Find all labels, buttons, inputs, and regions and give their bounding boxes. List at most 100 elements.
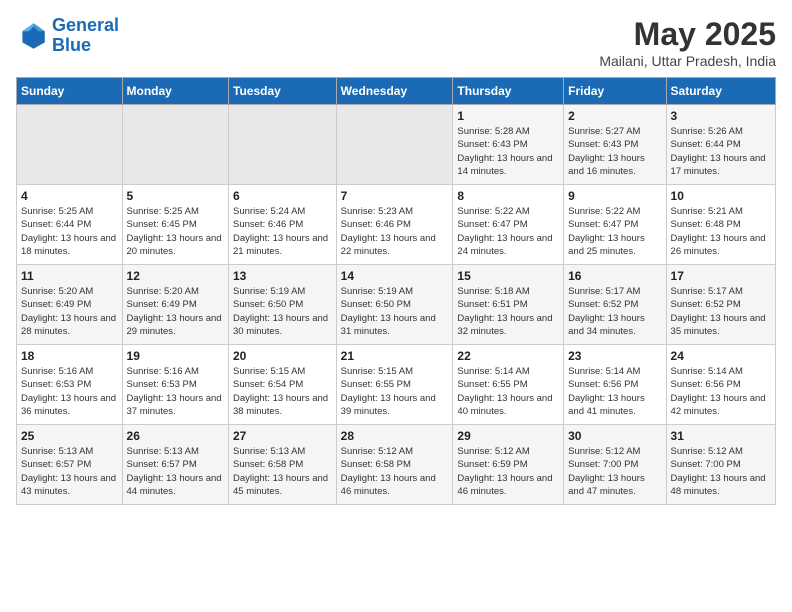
day-cell: 9Sunrise: 5:22 AMSunset: 6:47 PMDaylight… (564, 185, 666, 265)
logo-text: General Blue (52, 16, 119, 56)
day-number: 12 (127, 269, 224, 283)
day-content: Sunrise: 5:13 AMSunset: 6:58 PMDaylight:… (233, 445, 332, 498)
sunset-text: Sunset: 6:50 PM (233, 299, 303, 310)
sunrise-text: Sunrise: 5:17 AM (568, 286, 640, 297)
sunrise-text: Sunrise: 5:13 AM (127, 446, 199, 457)
week-row-2: 4Sunrise: 5:25 AMSunset: 6:44 PMDaylight… (17, 185, 776, 265)
sunset-text: Sunset: 6:58 PM (341, 459, 411, 470)
day-content: Sunrise: 5:15 AM Sunset: 6:55 PM Daylight:… (341, 365, 449, 418)
sunset-text: Sunset: 6:52 PM (671, 299, 741, 310)
day-cell: 22Sunrise: 5:14 AMSunset: 6:55 PMDayligh… (453, 345, 564, 425)
daylight-text: Daylight: 13 hours and 35 minutes. (671, 313, 766, 337)
day-cell: 7 Sunrise: 5:23 AMSunset: 6:46 PMDaylight… (336, 185, 453, 265)
day-number: 6 (233, 189, 332, 203)
day-content: Sunrise: 5:21 AMSunset: 6:48 PMDaylight:… (671, 205, 771, 258)
daylight-text: Daylight: 13 hours and 25 minutes. (568, 233, 645, 257)
daylight-text: Daylight: 13 hours and 40 minutes. (457, 393, 552, 417)
day-cell: 27Sunrise: 5:13 AMSunset: 6:58 PMDayligh… (229, 425, 337, 505)
sunset-text: Sunset: 6:55 PM (457, 379, 527, 390)
day-cell: 3Sunrise: 5:26 AMSunset: 6:44 PMDaylight… (666, 105, 775, 185)
sunset-text: Sunset: 6:55 PM (341, 379, 411, 390)
header-cell-saturday: Saturday (666, 78, 775, 105)
sunset-text: Sunset: 6:44 PM (21, 219, 91, 230)
day-content: Sunrise: 5:25 AMSunset: 6:45 PMDaylight:… (127, 205, 224, 258)
day-content: Sunrise: 5:22 AMSunset: 6:47 PMDaylight:… (457, 205, 559, 258)
sunrise-text: Sunrise: 5:15 AM (233, 366, 305, 377)
daylight-text: Daylight: 13 hours and 17 minutes. (671, 153, 766, 177)
sunset-text: Sunset: 6:43 PM (457, 139, 527, 150)
day-number: 19 (127, 349, 224, 363)
daylight-text: Daylight: 13 hours and 20 minutes. (127, 233, 222, 257)
daylight-text: Daylight: 13 hours and 24 minutes. (457, 233, 552, 257)
day-number: 17 (671, 269, 771, 283)
day-content: Sunrise: 5:27 AMSunset: 6:43 PMDaylight:… (568, 125, 661, 178)
day-cell: 6Sunrise: 5:24 AMSunset: 6:46 PMDaylight… (229, 185, 337, 265)
day-number: 1 (457, 109, 559, 123)
day-content: Sunrise: 5:16 AMSunset: 6:53 PMDaylight:… (127, 365, 224, 418)
sunrise-text: Sunrise: 5:20 AM (21, 286, 93, 297)
sunrise-text: Sunrise: 5:14 AM (568, 366, 640, 377)
sunset-text: Sunset: 6:49 PM (127, 299, 197, 310)
daylight-text: Daylight: 13 hours and 16 minutes. (568, 153, 645, 177)
sunset-text: Sunset: 6:45 PM (127, 219, 197, 230)
day-cell: 10Sunrise: 5:21 AMSunset: 6:48 PMDayligh… (666, 185, 775, 265)
day-content: Sunrise: 5:16 AMSunset: 6:53 PMDaylight:… (21, 365, 118, 418)
day-number: 16 (568, 269, 661, 283)
daylight-text: Daylight: 13 hours and 41 minutes. (568, 393, 645, 417)
sunset-text: Sunset: 6:51 PM (457, 299, 527, 310)
day-number: 3 (671, 109, 771, 123)
sunset-text: Sunset: 6:57 PM (127, 459, 197, 470)
calendar-table: SundayMondayTuesdayWednesdayThursdayFrid… (16, 77, 776, 505)
page-header: General Blue May 2025 Mailani, Uttar Pra… (16, 16, 776, 69)
day-content: Sunrise: 5:12 AMSunset: 6:59 PMDaylight:… (457, 445, 559, 498)
day-cell: 25Sunrise: 5:13 AMSunset: 6:57 PMDayligh… (17, 425, 123, 505)
day-number: 5 (127, 189, 224, 203)
day-number: 25 (21, 429, 118, 443)
sunrise-text: Sunrise: 5:12 AM (457, 446, 529, 457)
day-number: 26 (127, 429, 224, 443)
day-content: Sunrise: 5:12 AMSunset: 7:00 PMDaylight:… (671, 445, 771, 498)
sunrise-text: Sunrise: 5:13 AM (233, 446, 305, 457)
logo-icon (16, 20, 48, 52)
daylight-text: Daylight: 13 hours and 43 minutes. (21, 473, 116, 497)
day-number: 30 (568, 429, 661, 443)
day-cell: 2Sunrise: 5:27 AMSunset: 6:43 PMDaylight… (564, 105, 666, 185)
week-row-5: 25 Sunrise: 5:13 AM Sunset: 6:57 PM Dayligh… (17, 425, 776, 505)
day-content: Sunrise: 5:17 AM Sunset: 6:52 PM Daylight:… (671, 285, 771, 338)
day-cell: 5 Sunrise: 5:25 AMSunset: 6:45 PMDaylight… (122, 185, 228, 265)
sunrise-text: Sunrise: 5:17 AM (671, 286, 743, 297)
day-cell: 4Sunrise: 5:25 AMSunset: 6:44 PMDaylight… (17, 185, 123, 265)
sunset-text: Sunset: 6:58 PM (233, 459, 303, 470)
day-cell: 1 Sunrise: 5:28 AMSunset: 6:43 PMDaylight… (453, 105, 564, 185)
day-content: Sunrise: 5:28 AMSunset: 6:43 PMDaylight:… (457, 125, 559, 178)
week-row-3: 11Sunrise: 5:20 AMSunset: 6:49 PMDayligh… (17, 265, 776, 345)
day-number: 14 (341, 269, 449, 283)
daylight-text: Daylight: 13 hours and 36 minutes. (21, 393, 116, 417)
logo-line1: General (52, 15, 119, 35)
sunset-text: Sunset: 6:52 PM (568, 299, 638, 310)
daylight-text: Daylight: 13 hours and 39 minutes. (341, 393, 436, 417)
sunset-text: Sunset: 6:44 PM (671, 139, 741, 150)
day-content: Sunrise: 5:23 AMSunset: 6:46 PMDaylight:… (341, 205, 449, 258)
daylight-text: Daylight: 13 hours and 38 minutes. (233, 393, 328, 417)
daylight-text: Daylight: 13 hours and 18 minutes. (21, 233, 116, 257)
day-content: Sunrise: 5:19 AMSunset: 6:50 PMDaylight:… (233, 285, 332, 338)
sunrise-text: Sunrise: 5:15 AM (341, 366, 413, 377)
sunset-text: Sunset: 6:53 PM (21, 379, 91, 390)
header-cell-thursday: Thursday (453, 78, 564, 105)
day-content: Sunrise: 5:14 AMSunset: 6:56 PMDaylight:… (671, 365, 771, 418)
day-cell: 20Sunrise: 5:15 AMSunset: 6:54 PMDayligh… (229, 345, 337, 425)
sunset-text: Sunset: 6:43 PM (568, 139, 638, 150)
day-content: Sunrise: 5:12 AMSunset: 6:58 PMDaylight:… (341, 445, 449, 498)
day-content: Sunrise: 5:14 AMSunset: 6:56 PMDaylight:… (568, 365, 661, 418)
day-content: Sunrise: 5:25 AMSunset: 6:44 PMDaylight:… (21, 205, 118, 258)
day-cell: 13Sunrise: 5:19 AMSunset: 6:50 PMDayligh… (229, 265, 337, 345)
day-cell: 23Sunrise: 5:14 AMSunset: 6:56 PMDayligh… (564, 345, 666, 425)
day-number: 7 (341, 189, 449, 203)
day-cell: 11Sunrise: 5:20 AMSunset: 6:49 PMDayligh… (17, 265, 123, 345)
header-row: SundayMondayTuesdayWednesdayThursdayFrid… (17, 78, 776, 105)
daylight-text: Daylight: 13 hours and 44 minutes. (127, 473, 222, 497)
header-cell-sunday: Sunday (17, 78, 123, 105)
header-cell-monday: Monday (122, 78, 228, 105)
header-cell-friday: Friday (564, 78, 666, 105)
